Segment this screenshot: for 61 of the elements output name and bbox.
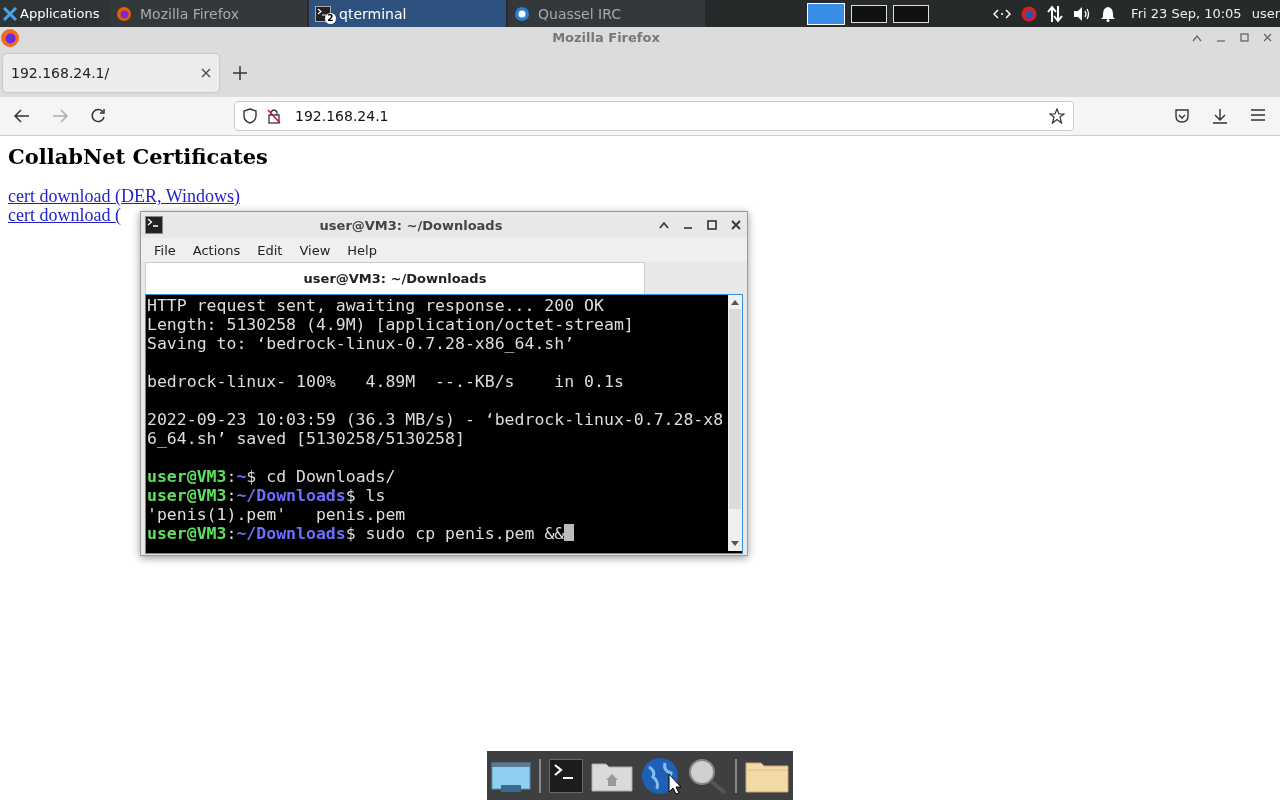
workspace-button[interactable] — [893, 4, 929, 23]
terminal-line: HTTP request sent, awaiting response... 200 OK — [147, 296, 604, 315]
user-name: user — [1251, 6, 1280, 21]
volume-icon[interactable] — [1073, 5, 1092, 22]
browser-logo-icon — [0, 27, 20, 48]
tab-title: 192.168.24.1/ — [11, 64, 110, 81]
menu-item[interactable]: Actions — [183, 239, 249, 261]
caret-up-icon[interactable] — [659, 221, 669, 229]
terminal-line: Length: 5130258 (4.9M) [application/octet-stream] — [147, 315, 634, 334]
menu-icon[interactable] — [1250, 108, 1266, 122]
round-logo-icon — [1021, 5, 1038, 22]
workspace-button[interactable] — [851, 4, 887, 23]
maximize-icon[interactable] — [707, 220, 717, 230]
clock-text: Fri 23 Sep, 10:05 — [1131, 6, 1242, 21]
terminal-line: user@VM3:~/Downloads$ sudo cp penis.pem && — [147, 524, 565, 543]
terminal-icon — [145, 216, 163, 234]
terminal-tab[interactable]: user@VM3: ~/Downloads — [145, 262, 645, 294]
taskbar-button[interactable]: Mozilla Firefox — [110, 0, 307, 27]
reload-icon[interactable] — [90, 108, 106, 124]
menu-item[interactable]: View — [290, 239, 339, 261]
shield-icon[interactable] — [243, 108, 257, 124]
menu-item[interactable]: Edit — [248, 239, 291, 261]
star-icon[interactable] — [1049, 108, 1065, 124]
page-heading: CollabNet Certificates — [8, 144, 269, 169]
close-icon[interactable] — [731, 220, 741, 230]
applications-menu-button[interactable]: Applications — [0, 0, 110, 27]
back-arrow-icon[interactable] — [14, 109, 30, 123]
chat-bubble-icon — [514, 5, 530, 22]
download-link[interactable]: cert download (DER, Windows) — [8, 187, 240, 206]
close-icon[interactable] — [201, 67, 211, 78]
download-link[interactable]: cert download ( — [8, 206, 121, 225]
terminal-line: user@VM3:~$ cd Downloads/ — [147, 467, 396, 486]
terminal-icon — [315, 5, 331, 22]
window-title: user@VM3: ~/Downloads — [318, 217, 504, 233]
terminal-line: 'penis(1).pem' penis.pem — [147, 505, 406, 524]
terminal-line: bedrock-linux- 100% 4.89M --.-KB/s in 0.1s — [147, 372, 624, 391]
bell-icon[interactable] — [1101, 5, 1116, 22]
plus-icon[interactable] — [233, 65, 247, 80]
menu-item[interactable]: Help — [338, 239, 385, 261]
pocket-shield-icon[interactable] — [1174, 108, 1190, 124]
terminal-line: Saving to: ‘bedrock-linux-0.7.28-x86_64.sh’ — [147, 334, 575, 353]
menu-item[interactable]: File — [145, 239, 184, 261]
x-logo-icon — [3, 6, 17, 21]
search-icon[interactable] — [687, 756, 727, 795]
terminal-line: user@VM3:~/Downloads$ ls — [147, 486, 386, 505]
transfer-arrows-icon — [1047, 4, 1064, 23]
taskbar-button[interactable]: Quassel IRC — [508, 0, 705, 27]
window-title: Mozilla Firefox — [551, 30, 661, 45]
download-icon[interactable] — [1212, 108, 1228, 124]
count-badge: 2 — [325, 13, 336, 24]
browser-tab[interactable]: 192.168.24.1/ — [3, 53, 219, 92]
taskbar-button[interactable]: 2 qterminal — [309, 0, 506, 27]
terminal-line: 2022-09-23 10:03:59 (36.3 MB/s) - ‘bedrock-linux-0.7.28-x8 — [147, 410, 724, 429]
text-cursor — [564, 524, 575, 541]
mouse-pointer-icon — [668, 773, 682, 795]
code-arrows-icon — [993, 6, 1012, 21]
scrollbar[interactable] — [728, 295, 742, 551]
address-bar[interactable]: 192.168.24.1 — [234, 101, 1074, 131]
terminal-icon[interactable] — [549, 758, 583, 793]
crossed-lock-icon[interactable] — [267, 108, 281, 124]
terminal-line: 6_64.sh’ saved [5130258/5130258] — [147, 429, 465, 448]
